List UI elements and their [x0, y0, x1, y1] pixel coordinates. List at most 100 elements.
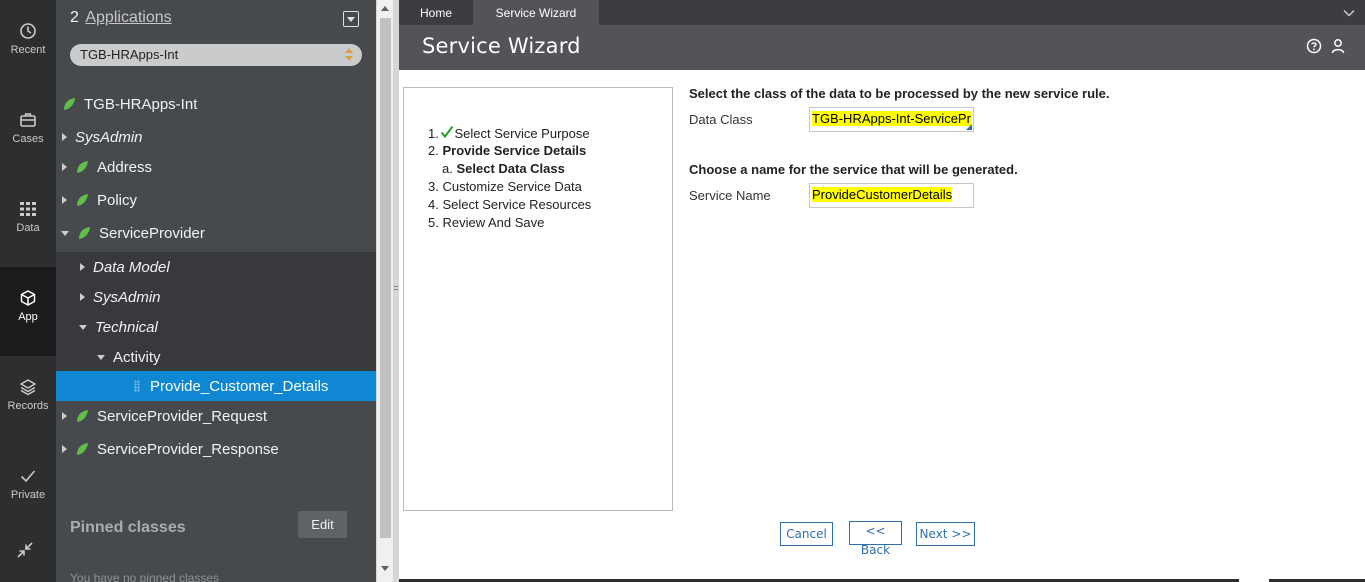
- step-1: 1. Select Service Purpose: [428, 125, 590, 141]
- tab-service-wizard[interactable]: Service Wizard: [473, 0, 599, 25]
- tree-item-policy[interactable]: Policy: [56, 185, 376, 215]
- nav-recent[interactable]: Recent: [0, 0, 56, 89]
- page-header: Service Wizard: [399, 25, 1365, 70]
- tree-item-root[interactable]: TGB-HRApps-Int: [56, 89, 376, 119]
- nav-private-label: Private: [10, 489, 46, 501]
- expand-arrow-icon: [62, 445, 67, 453]
- application-count: 2: [70, 9, 79, 26]
- expand-arrow-icon: [62, 133, 67, 141]
- caret-down-icon: [347, 17, 355, 22]
- explorer-header: 2 Applications: [70, 9, 172, 27]
- expand-arrow-icon: [62, 196, 67, 204]
- clock-icon: [20, 23, 36, 39]
- nav-private[interactable]: Private: [0, 445, 56, 534]
- leaf-icon: [77, 410, 88, 422]
- step-3: 3. Customize Service Data: [428, 179, 582, 194]
- drag-handle-icon[interactable]: [134, 380, 140, 392]
- scroll-thumb[interactable]: [380, 18, 391, 538]
- scroll-up-icon[interactable]: [381, 6, 389, 11]
- tree-item-label: ServiceProvider_Request: [97, 407, 268, 425]
- expand-arrow-icon: [80, 263, 85, 271]
- nav-cases[interactable]: Cases: [0, 89, 56, 178]
- tree-item-label: Provide_Customer_Details: [150, 377, 329, 395]
- nav-app-label: App: [18, 311, 38, 323]
- scroll-down-icon[interactable]: [381, 566, 389, 571]
- step-2: 2. Provide Service Details: [428, 143, 587, 158]
- tree-item-label: Address: [97, 158, 153, 176]
- expand-arrow-icon: [62, 163, 67, 171]
- leaf-icon: [79, 227, 90, 239]
- nav-data-label: Data: [16, 222, 40, 234]
- edit-pinned-button[interactable]: Edit: [298, 511, 347, 538]
- tree-item-label: ServiceProvider: [99, 224, 205, 242]
- tree-item-label: Data Model: [93, 258, 170, 276]
- leaf-icon: [77, 194, 88, 206]
- check-icon: [20, 470, 36, 483]
- tree-item-activity[interactable]: Activity: [56, 342, 376, 372]
- nav-cases-label: Cases: [12, 133, 44, 145]
- collapse-arrow-icon: [79, 324, 87, 330]
- step-2a: a. Select Data Class: [442, 161, 565, 176]
- next-button[interactable]: Next >>: [916, 522, 975, 546]
- nav-records[interactable]: Records: [0, 356, 56, 445]
- tree-item-technical[interactable]: Technical: [56, 312, 376, 342]
- checkmark-icon: [441, 125, 454, 139]
- tree-item-provide-customer-details[interactable]: Provide_Customer_Details: [56, 371, 376, 401]
- wizard-content: 1. Select Service Purpose 2. Provide Ser…: [399, 70, 1365, 579]
- tree-item-label: Policy: [97, 191, 138, 209]
- help-circle-icon: [1306, 38, 1322, 54]
- explorer-menu-button[interactable]: [343, 11, 359, 27]
- left-nav: Recent Cases Data App Records Private: [0, 0, 56, 582]
- application-select-value: TGB-HRApps-Int: [80, 47, 179, 62]
- briefcase-icon: [20, 113, 36, 127]
- tab-home[interactable]: Home: [399, 0, 473, 25]
- tree-item-response[interactable]: ServiceProvider_Response: [56, 434, 376, 464]
- tree-item-label: SysAdmin: [93, 288, 161, 306]
- collapse-arrows-icon: [17, 542, 33, 558]
- select-arrows-icon: [345, 48, 353, 62]
- user-button[interactable]: [1330, 38, 1346, 54]
- collapse-nav-button[interactable]: [15, 540, 35, 560]
- application-select[interactable]: TGB-HRApps-Int: [70, 44, 362, 66]
- back-button[interactable]: << Back: [849, 521, 902, 557]
- chevron-down-icon: [1343, 10, 1355, 17]
- cancel-button[interactable]: Cancel: [780, 522, 833, 546]
- tree-item-address[interactable]: Address: [56, 152, 376, 182]
- service-name-question: Choose a name for the service that will …: [689, 162, 1018, 177]
- data-class-value: TGB-HRApps-Int-ServicePr: [812, 111, 971, 126]
- explorer-scrollbar[interactable]: [376, 0, 393, 582]
- tree-item-serviceprovider[interactable]: ServiceProvider: [56, 218, 376, 248]
- tree-item-label: ServiceProvider_Response: [97, 440, 279, 458]
- app-explorer: 2 Applications TGB-HRApps-Int TGB-HRApps…: [56, 0, 376, 582]
- expand-arrow-icon: [80, 293, 85, 301]
- service-name-field[interactable]: ProvideCustomerDetails: [809, 183, 974, 208]
- tree-item-sysadmin[interactable]: SysAdmin: [56, 122, 376, 152]
- step-4: 4. Select Service Resources: [428, 197, 592, 212]
- grid-icon: [20, 202, 36, 216]
- data-class-field[interactable]: TGB-HRApps-Int-ServicePr: [809, 107, 974, 132]
- service-name-label: Service Name: [689, 188, 771, 203]
- help-button[interactable]: [1306, 38, 1322, 54]
- tree-item-data-model[interactable]: Data Model: [56, 252, 376, 282]
- tree-item-sysadmin-child[interactable]: SysAdmin: [56, 282, 376, 312]
- pinned-empty-text: You have no pinned classes: [70, 571, 220, 582]
- tab-strip: Home Service Wizard: [399, 0, 1365, 25]
- leaf-icon: [77, 443, 88, 455]
- nav-data[interactable]: Data: [0, 178, 56, 267]
- tree-item-label: TGB-HRApps-Int: [84, 95, 198, 113]
- step-5: 5. Review And Save: [428, 215, 545, 230]
- tab-overflow-button[interactable]: [1343, 7, 1355, 19]
- service-name-value: ProvideCustomerDetails: [812, 187, 953, 202]
- tree-item-label: Technical: [95, 318, 158, 336]
- data-class-question: Select the class of the data to be proce…: [689, 86, 1110, 101]
- leaf-icon: [64, 98, 75, 110]
- nav-app[interactable]: App: [0, 267, 56, 356]
- nav-recent-label: Recent: [10, 44, 46, 56]
- tree-item-request[interactable]: ServiceProvider_Request: [56, 401, 376, 431]
- leaf-icon: [77, 161, 88, 173]
- collapse-arrow-icon: [97, 354, 105, 360]
- page-title: Service Wizard: [422, 34, 581, 58]
- nav-records-label: Records: [7, 400, 49, 412]
- applications-link[interactable]: Applications: [85, 9, 171, 26]
- expand-arrow-icon: [62, 412, 67, 420]
